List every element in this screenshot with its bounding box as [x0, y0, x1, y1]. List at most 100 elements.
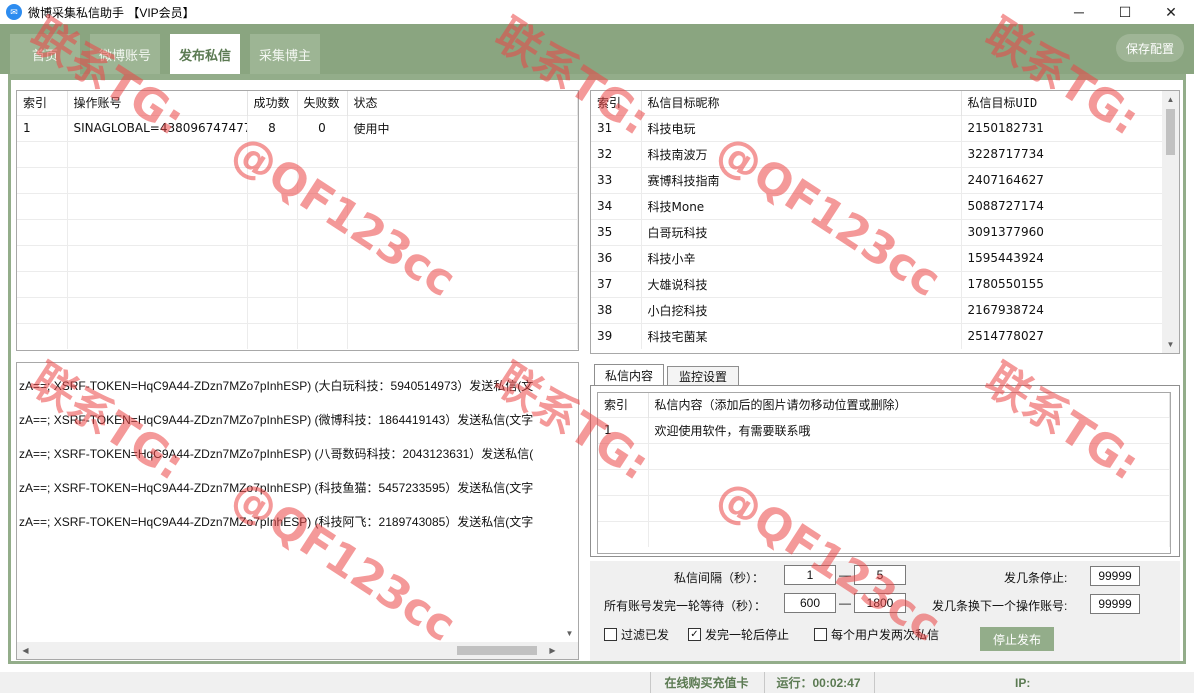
- cell-index: 33: [591, 166, 642, 193]
- tab-collect-bloggers[interactable]: 采集博主: [250, 34, 320, 74]
- cell-uid: 5088727174: [961, 192, 1164, 219]
- maximize-button[interactable]: ☐: [1102, 0, 1148, 24]
- table-row: [598, 494, 1170, 521]
- cell-nickname: 科技电玩: [641, 114, 962, 141]
- accounts-table-panel: 索引 操作账号 成功数 失败数 状态 1 SINAGLOBAL=43809674…: [16, 90, 579, 351]
- save-config-button[interactable]: 保存配置: [1116, 34, 1184, 62]
- checkmark-icon[interactable]: ✓: [688, 628, 701, 641]
- scroll-right-arrow-icon[interactable]: ▶: [544, 642, 561, 659]
- cell-account: SINAGLOBAL=4380967474776....: [67, 114, 248, 141]
- table-row[interactable]: 35 白哥玩科技 3091377960: [591, 218, 1164, 245]
- range-dash: —: [839, 568, 851, 582]
- stop-after-input[interactable]: 99999: [1090, 566, 1140, 586]
- table-row: [17, 296, 578, 323]
- scroll-left-arrow-icon[interactable]: ◀: [17, 642, 34, 659]
- runtime-display: 运行：00:02:47: [764, 672, 872, 693]
- message-tab-page: 索引 私信内容（添加后的图片请勿移动位置或删除） 1 欢迎使用软件，有需要联系哦: [590, 385, 1180, 557]
- checkbox-label: 每个用户发两次私信: [831, 628, 940, 642]
- round-wait-min-input[interactable]: 600: [784, 593, 836, 613]
- cell-nickname: 科技Mone: [641, 192, 962, 219]
- column-header[interactable]: 成功数: [247, 91, 298, 115]
- table-header-row: 索引 操作账号 成功数 失败数 状态: [17, 91, 578, 115]
- log-horizontal-scrollbar[interactable]: ◀ ▶: [17, 642, 578, 659]
- table-row[interactable]: 36 科技小辛 1595443924: [591, 244, 1164, 271]
- table-row: [598, 442, 1170, 469]
- checkbox-label: 过滤已发: [621, 628, 670, 642]
- table-row: [17, 140, 578, 167]
- cell-uid: 1780550155: [961, 270, 1164, 297]
- column-header[interactable]: 索引: [591, 91, 642, 115]
- table-row[interactable]: 32 科技南波万 3228717734: [591, 140, 1164, 167]
- tab-weibo-accounts[interactable]: 微博账号: [90, 34, 160, 74]
- cell-index: 38: [591, 296, 642, 323]
- column-header[interactable]: 失败数: [297, 91, 348, 115]
- table-row[interactable]: 1 欢迎使用软件，有需要联系哦: [598, 416, 1170, 443]
- table-row[interactable]: 34 科技Mone 5088727174: [591, 192, 1164, 219]
- message-table-panel: 索引 私信内容（添加后的图片请勿移动位置或删除） 1 欢迎使用软件，有需要联系哦: [597, 392, 1171, 554]
- table-row[interactable]: 39 科技宅菌某 2514778027: [591, 322, 1164, 349]
- main-tab-strip: 首页 微博账号 发布私信 采集博主 保存配置: [0, 24, 1194, 74]
- cell-uid: 2407164627: [961, 166, 1164, 193]
- stop-publish-button[interactable]: 停止发布: [980, 627, 1054, 651]
- buy-card-link[interactable]: 在线购买充值卡: [650, 672, 762, 693]
- checkbox-label: 发完一轮后停止: [705, 628, 790, 642]
- checkbox-box[interactable]: [604, 628, 617, 641]
- interval-max-input[interactable]: 5: [854, 565, 906, 585]
- scrollbar-thumb[interactable]: [457, 646, 537, 655]
- window-title: 微博采集私信助手 【VIP会员】: [28, 5, 195, 20]
- targets-scrollbar[interactable]: ▲ ▼: [1162, 91, 1179, 353]
- minimize-button[interactable]: ─: [1056, 0, 1102, 24]
- tab-monitor-settings[interactable]: 监控设置: [667, 366, 739, 386]
- checkbox-box[interactable]: [814, 628, 827, 641]
- accounts-table: 索引 操作账号 成功数 失败数 状态 1 SINAGLOBAL=43809674…: [17, 91, 578, 349]
- round-wait-max-input[interactable]: 1800: [854, 593, 906, 613]
- close-button[interactable]: ✕: [1148, 0, 1194, 24]
- cell-nickname: 科技南波万: [641, 140, 962, 167]
- table-row[interactable]: 37 大雄说科技 1780550155: [591, 270, 1164, 297]
- cell-nickname: 科技宅菌某: [641, 322, 962, 349]
- interval-min-input[interactable]: 1: [784, 565, 836, 585]
- column-header[interactable]: 索引: [17, 91, 68, 115]
- scroll-down-arrow-icon[interactable]: ▼: [561, 625, 578, 642]
- switch-account-label: 发几条换下一个操作账号:: [932, 599, 1068, 613]
- range-dash: —: [839, 596, 851, 610]
- interval-label: 私信间隔（秒）：: [674, 571, 765, 585]
- column-header[interactable]: 状态: [347, 91, 578, 115]
- table-row: [598, 520, 1170, 547]
- cell-uid: 2514778027: [961, 322, 1164, 349]
- column-header[interactable]: 私信目标昵称: [641, 91, 962, 115]
- cell-nickname: 大雄说科技: [641, 270, 962, 297]
- table-row[interactable]: 31 科技电玩 2150182731: [591, 114, 1164, 141]
- twice-per-user-checkbox[interactable]: 每个用户发两次私信: [814, 626, 939, 643]
- table-row[interactable]: 38 小白挖科技 2167938724: [591, 296, 1164, 323]
- cell-uid: 2167938724: [961, 296, 1164, 323]
- scroll-up-arrow-icon[interactable]: ▲: [1162, 91, 1179, 108]
- log-line: zA==; XSRF-TOKEN=HqC9A44-ZDzn7MZo7pInhES…: [19, 515, 534, 529]
- table-row[interactable]: 33 赛博科技指南 2407164627: [591, 166, 1164, 193]
- filter-sent-checkbox[interactable]: 过滤已发: [604, 626, 669, 643]
- cell-index: 34: [591, 192, 642, 219]
- cell-uid: 2150182731: [961, 114, 1164, 141]
- switch-account-input[interactable]: 99999: [1090, 594, 1140, 614]
- column-header[interactable]: 私信目标UID: [961, 91, 1164, 115]
- table-header-row: 索引 私信内容（添加后的图片请勿移动位置或删除）: [598, 393, 1170, 417]
- tab-message-content[interactable]: 私信内容: [594, 364, 664, 386]
- table-row: [17, 166, 578, 193]
- column-header[interactable]: 操作账号: [67, 91, 248, 115]
- column-header[interactable]: 索引: [598, 393, 649, 417]
- stop-after-round-checkbox[interactable]: ✓ 发完一轮后停止: [688, 626, 789, 643]
- tab-home[interactable]: 首页: [10, 34, 80, 74]
- message-table: 索引 私信内容（添加后的图片请勿移动位置或删除） 1 欢迎使用软件，有需要联系哦: [598, 393, 1170, 547]
- scrollbar-thumb[interactable]: [1166, 109, 1175, 155]
- table-row[interactable]: 1 SINAGLOBAL=4380967474776.... 8 0 使用中: [17, 114, 578, 141]
- scroll-down-arrow-icon[interactable]: ▼: [1162, 336, 1179, 353]
- cell-index: 32: [591, 140, 642, 167]
- cell-nickname: 小白挖科技: [641, 296, 962, 323]
- cell-nickname: 科技小辛: [641, 244, 962, 271]
- column-header[interactable]: 私信内容（添加后的图片请勿移动位置或删除）: [648, 393, 1170, 417]
- cell-status: 使用中: [347, 114, 578, 141]
- table-row: [17, 244, 578, 271]
- cell-uid: 3228717734: [961, 140, 1164, 167]
- cell-index: 35: [591, 218, 642, 245]
- tab-send-messages[interactable]: 发布私信: [170, 34, 240, 74]
